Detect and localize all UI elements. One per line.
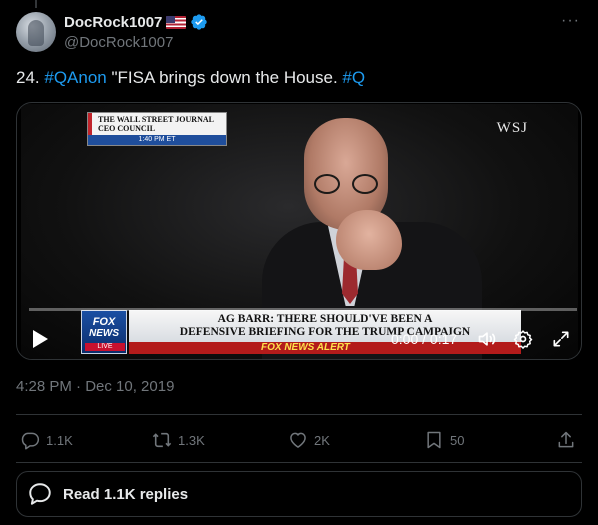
reply-icon bbox=[21, 432, 40, 450]
author-handle[interactable]: @DocRock1007 bbox=[64, 34, 173, 51]
tweet-text: 24. #QAnon "FISA brings down the House. … bbox=[16, 68, 365, 88]
tweet-text-prefix: 24. bbox=[16, 68, 45, 87]
thread-connector-line bbox=[35, 0, 37, 8]
settings-gear-icon[interactable] bbox=[513, 329, 533, 349]
wsj-badge-time: 1:40 PM ET bbox=[88, 135, 226, 145]
share-button[interactable] bbox=[556, 424, 576, 456]
wsj-watermark: WSJ bbox=[496, 120, 528, 136]
repost-icon bbox=[152, 432, 172, 448]
reply-button[interactable]: 1.1K bbox=[20, 424, 73, 456]
avatar[interactable] bbox=[16, 12, 56, 52]
video-time-readout: 0:00 / 0:17 bbox=[391, 331, 458, 347]
repost-count: 1.3K bbox=[178, 432, 205, 448]
read-replies-label: Read 1.1K replies bbox=[63, 485, 189, 503]
tweet-timestamp[interactable]: 4:28 PM · Dec 10, 2019 bbox=[16, 378, 174, 395]
us-flag-icon bbox=[166, 15, 187, 29]
divider-bottom bbox=[16, 462, 582, 463]
reply-count: 1.1K bbox=[46, 432, 73, 448]
chat-bubble-icon bbox=[29, 483, 51, 505]
video-player[interactable]: THE WALL STREET JOURNAL CEO COUNCIL 1:40… bbox=[16, 102, 582, 360]
video-controls: 0:00 / 0:17 bbox=[17, 319, 581, 359]
author-display-name[interactable]: DocRock1007 bbox=[64, 14, 162, 31]
tweet-text-body: "FISA brings down the House. bbox=[106, 68, 343, 87]
like-count: 2K bbox=[314, 432, 330, 448]
play-icon[interactable] bbox=[31, 329, 49, 349]
read-replies-button[interactable]: Read 1.1K replies bbox=[16, 471, 582, 517]
heart-icon bbox=[290, 432, 306, 448]
share-icon bbox=[558, 431, 574, 448]
bookmark-count: 50 bbox=[450, 432, 465, 448]
divider-top bbox=[16, 414, 582, 415]
wsj-badge-line1: THE WALL STREET JOURNAL bbox=[98, 115, 214, 124]
more-options-icon[interactable]: ··· bbox=[561, 12, 580, 30]
tweet-actions-bar: 1.1K 1.3K 2K 50 bbox=[16, 424, 582, 456]
wsj-ceo-council-badge: THE WALL STREET JOURNAL CEO COUNCIL 1:40… bbox=[87, 112, 227, 146]
bookmark-icon bbox=[427, 431, 441, 449]
hashtag-qanon[interactable]: #QAnon bbox=[44, 68, 106, 87]
fullscreen-icon[interactable] bbox=[551, 329, 571, 349]
verified-badge-icon bbox=[191, 14, 208, 30]
like-button[interactable]: 2K bbox=[288, 424, 330, 456]
wsj-badge-line2: CEO COUNCIL bbox=[98, 124, 156, 133]
video-progress-bar[interactable] bbox=[29, 308, 577, 311]
repost-button[interactable]: 1.3K bbox=[152, 424, 205, 456]
author-name-row: DocRock1007 bbox=[64, 13, 208, 31]
volume-icon[interactable] bbox=[477, 329, 497, 349]
bookmark-button[interactable]: 50 bbox=[424, 424, 464, 456]
hashtag-q[interactable]: #Q bbox=[342, 68, 365, 87]
